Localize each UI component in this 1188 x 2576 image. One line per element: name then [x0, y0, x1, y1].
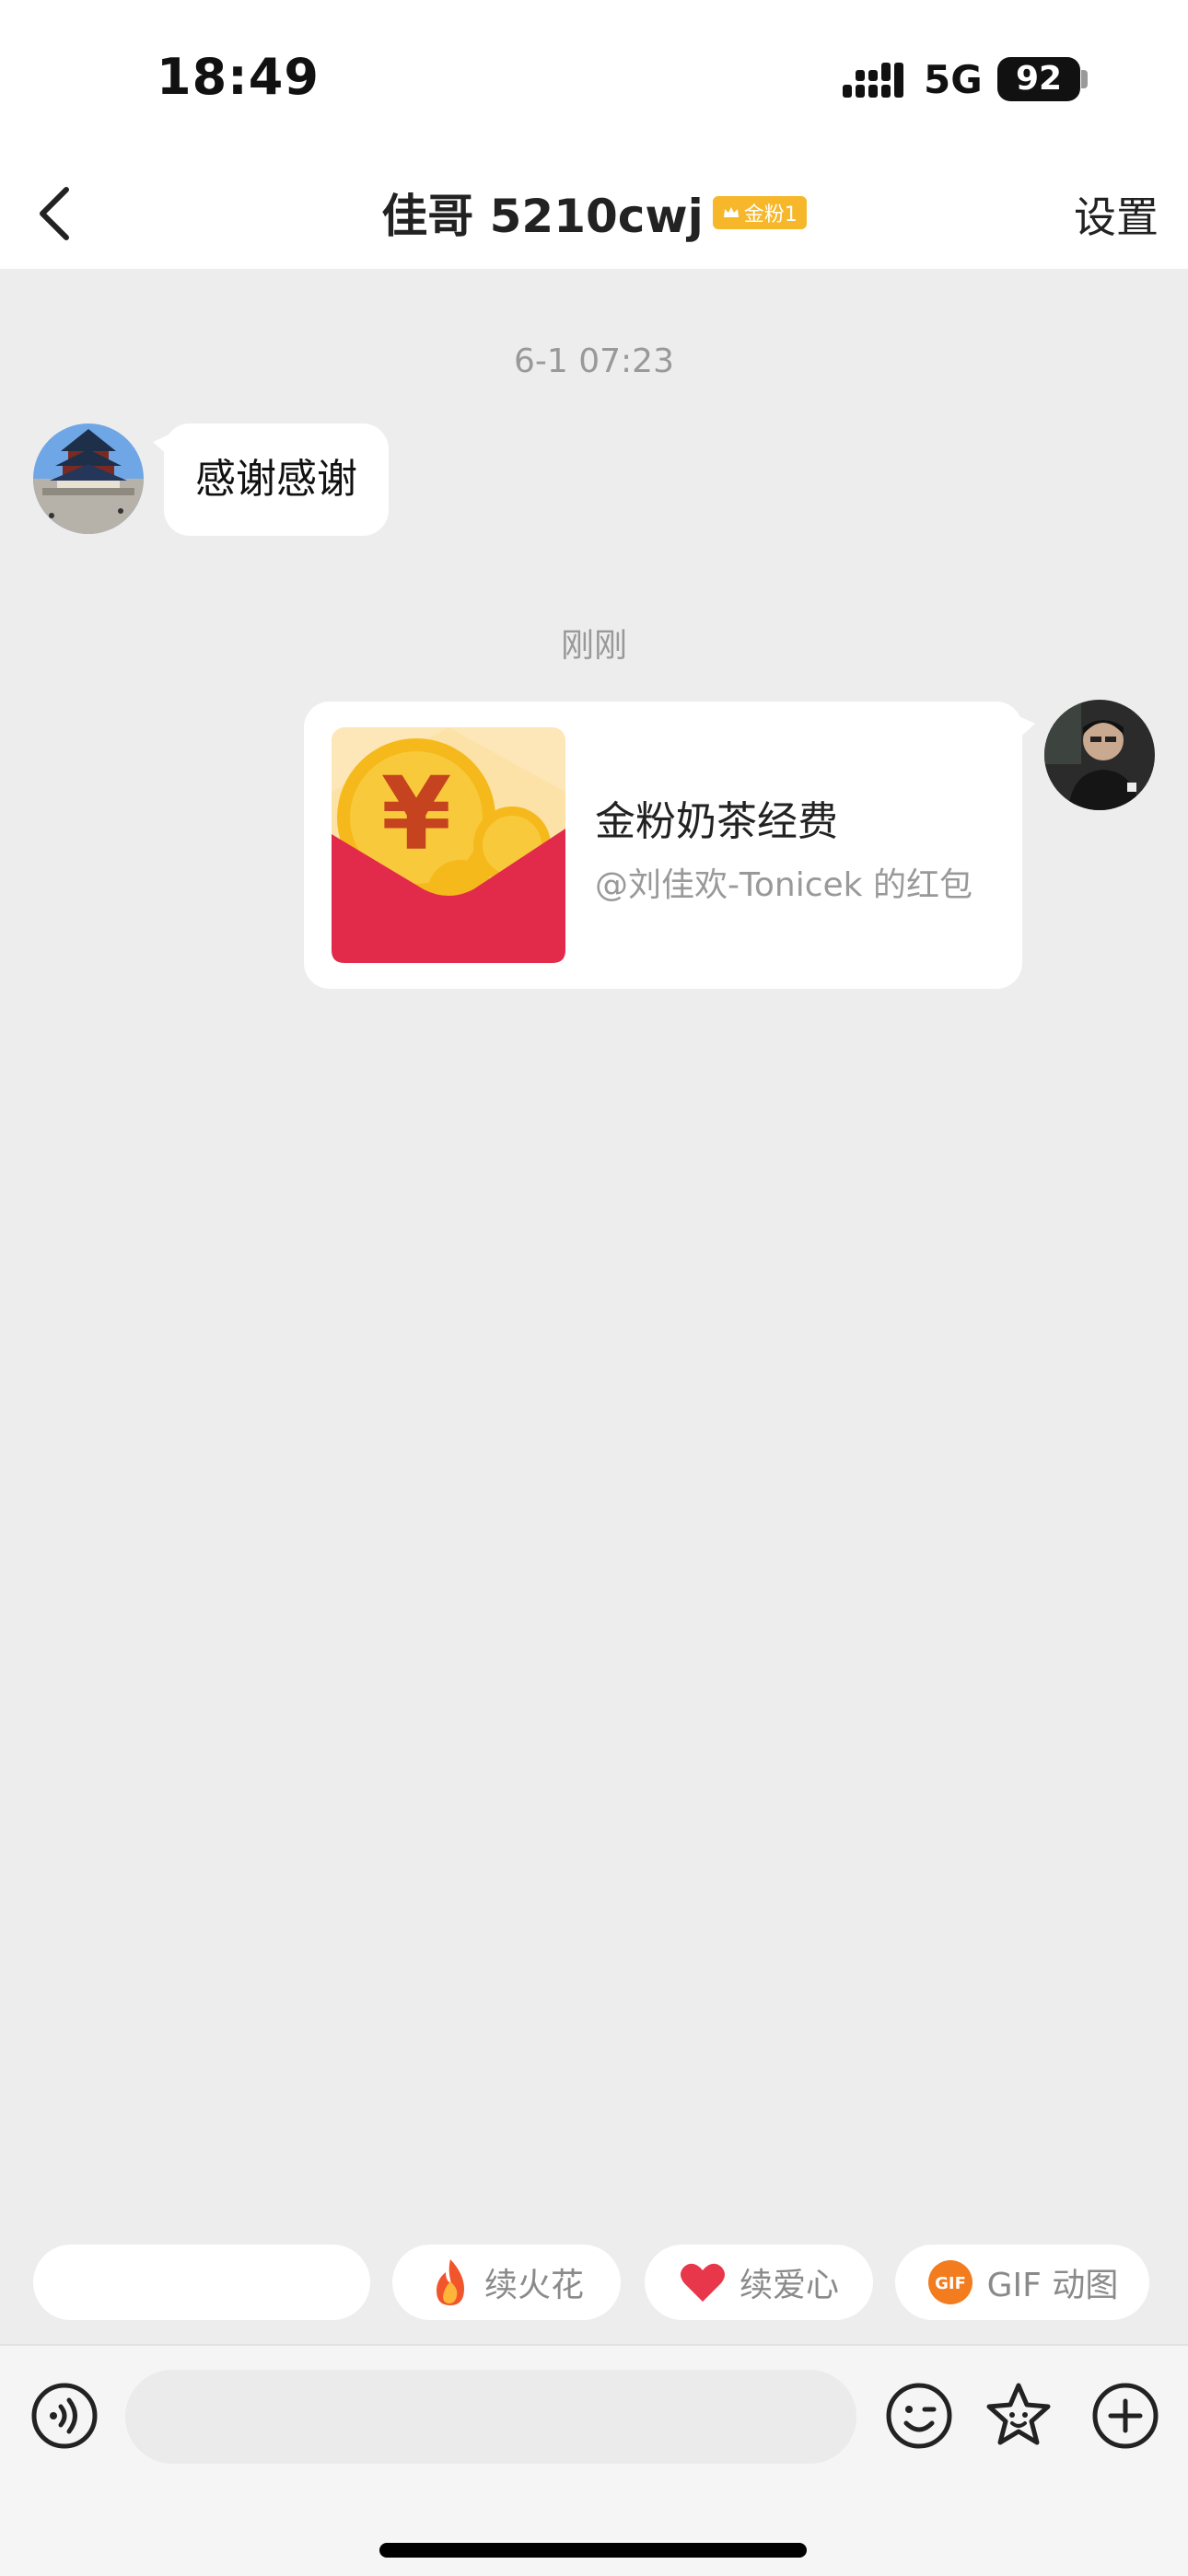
network-label: 5G — [924, 57, 983, 102]
svg-text:¥: ¥ — [381, 755, 452, 873]
self-avatar[interactable] — [1044, 700, 1155, 810]
continue-spark-button[interactable]: 续火花 — [392, 2245, 621, 2320]
crown-icon — [723, 207, 739, 217]
red-packet-icon: ¥ — [332, 727, 565, 963]
battery-indicator: 92 — [997, 57, 1080, 101]
status-time: 18:49 — [157, 48, 320, 106]
continue-spark-label: 续火花 — [483, 2267, 584, 2304]
message-bubble-received[interactable]: 感谢感谢 — [153, 424, 389, 536]
user-photo-icon — [1044, 700, 1155, 810]
nav-bar: 佳哥 5210cwj 金粉1 设置 — [0, 157, 1188, 269]
gif-icon: GIF — [927, 2260, 973, 2304]
status-bar: 18:49 5G 92 — [0, 0, 1188, 157]
red-packet-title: 金粉奶茶经费 — [595, 798, 838, 845]
settings-button[interactable]: 设置 — [1074, 184, 1159, 245]
battery-level: 92 — [1015, 60, 1063, 98]
continue-heart-label: 续爱心 — [739, 2267, 839, 2304]
message-composer — [0, 2344, 1188, 2576]
nav-title-container: 佳哥 5210cwj 金粉1 — [0, 157, 1188, 269]
message-timestamp: 6-1 07:23 — [514, 342, 674, 380]
page-title[interactable]: 佳哥 5210cwj — [381, 180, 704, 246]
signal-icon — [843, 63, 903, 98]
message-input[interactable] — [125, 2370, 856, 2464]
red-packet-sender: @刘佳欢-Tonicek 的红包 — [595, 866, 973, 904]
voice-icon[interactable] — [31, 2383, 98, 2449]
fan-badge-label: 金粉1 — [743, 203, 798, 226]
fire-icon — [436, 2259, 464, 2305]
heart-icon — [680, 2263, 725, 2302]
emoji-icon[interactable] — [886, 2383, 952, 2449]
quick-action-blank[interactable] — [33, 2245, 370, 2320]
plus-icon[interactable] — [1092, 2383, 1159, 2449]
gif-label: GIF 动图 — [986, 2267, 1119, 2304]
fan-level-badge: 金粉1 — [712, 196, 807, 229]
continue-heart-button[interactable]: 续爱心 — [645, 2245, 873, 2320]
contact-avatar[interactable] — [33, 424, 144, 534]
home-indicator — [379, 2543, 807, 2558]
temple-photo-icon — [33, 424, 144, 534]
gif-icon-text: GIF — [935, 2274, 966, 2293]
gif-button[interactable]: GIF GIF 动图 — [895, 2245, 1149, 2320]
message-timestamp: 刚刚 — [560, 627, 627, 665]
red-packet-message[interactable]: ¥ 金粉奶茶经费 @刘佳欢-Tonicek 的红包 — [304, 702, 1035, 989]
sticker-icon[interactable] — [984, 2381, 1054, 2451]
battery-cap — [1081, 70, 1088, 88]
